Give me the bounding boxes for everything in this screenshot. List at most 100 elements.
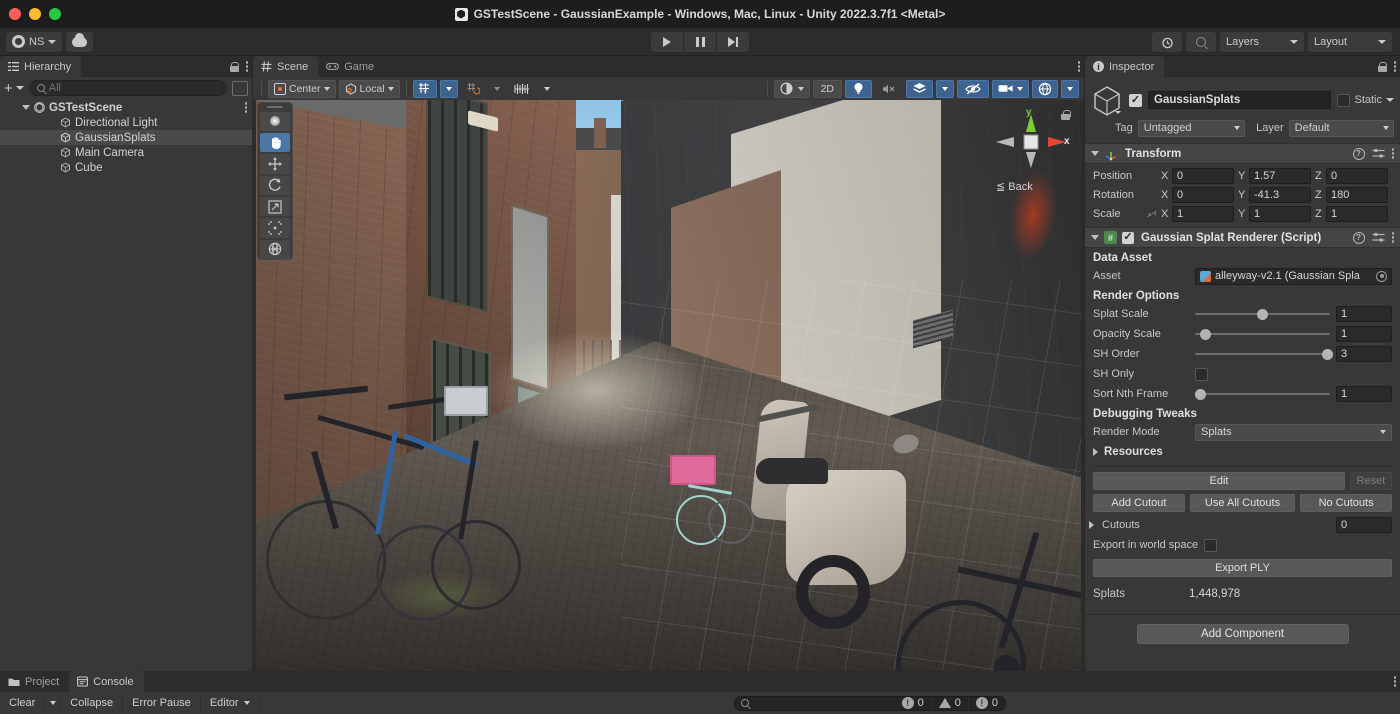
scale-tool-button[interactable]: [260, 197, 290, 216]
hierarchy-search-input[interactable]: All: [29, 80, 227, 96]
scene-camera-button[interactable]: [992, 80, 1029, 98]
hierarchy-row-scene[interactable]: GSTestScene: [0, 100, 252, 115]
clear-button[interactable]: Clear: [0, 694, 45, 712]
pivot-mode-button[interactable]: Center: [268, 80, 336, 98]
hand-tool-button[interactable]: [260, 133, 290, 152]
search-button[interactable]: [1186, 32, 1216, 52]
view-tool-button[interactable]: [260, 112, 290, 131]
add-component-button[interactable]: Add Component: [1137, 624, 1349, 644]
cutouts-count-field[interactable]: 0: [1336, 517, 1392, 533]
tab-inspector[interactable]: i Inspector: [1085, 56, 1164, 77]
pause-button[interactable]: [684, 32, 716, 52]
splat-scale-field[interactable]: 1: [1336, 306, 1392, 322]
scene-view-gizmo[interactable]: y x ≦ Back: [988, 106, 1074, 210]
error-pause-button[interactable]: Error Pause: [123, 694, 201, 712]
error-counter[interactable]: ! 0: [969, 694, 1005, 712]
opacity-scale-field[interactable]: 1: [1336, 326, 1392, 342]
rotate-tool-button[interactable]: [260, 176, 290, 195]
shading-mode-button[interactable]: [774, 80, 810, 98]
grid-visibility-dropdown[interactable]: [538, 80, 556, 98]
hierarchy-row-directional-light[interactable]: Directional Light: [0, 115, 252, 130]
slider-handle[interactable]: [1257, 309, 1268, 320]
splat-scale-slider[interactable]: [1195, 306, 1330, 323]
constrain-proportions-off-icon[interactable]: [1147, 208, 1157, 220]
tab-hierarchy[interactable]: Hierarchy: [0, 56, 81, 77]
account-button[interactable]: NS: [6, 32, 62, 52]
scene-viewport[interactable]: y x ≦ Back: [253, 100, 1084, 671]
tab-console[interactable]: Console: [69, 671, 143, 692]
chevron-down-icon[interactable]: [1091, 235, 1099, 240]
slider-handle[interactable]: [1195, 389, 1206, 400]
step-button[interactable]: [717, 32, 749, 52]
sh-order-field[interactable]: 3: [1336, 346, 1392, 362]
position-z-field[interactable]: 0: [1326, 168, 1388, 184]
chevron-down-icon[interactable]: [1091, 151, 1099, 156]
persp-lock-icon[interactable]: [1061, 110, 1070, 120]
scale-y-field[interactable]: 1: [1249, 206, 1311, 222]
no-cutouts-button[interactable]: No Cutouts: [1300, 494, 1392, 512]
slider-handle[interactable]: [1200, 329, 1211, 340]
object-picker-icon[interactable]: [1376, 271, 1387, 282]
scene-menu-icon[interactable]: [1078, 61, 1081, 72]
rotation-x-field[interactable]: 0: [1172, 187, 1234, 203]
rotation-y-field[interactable]: -41.3: [1249, 187, 1311, 203]
chevron-down-icon[interactable]: [1386, 98, 1394, 102]
grid-visibility-button[interactable]: [509, 80, 535, 98]
help-icon[interactable]: ?: [1353, 148, 1365, 160]
use-all-cutouts-button[interactable]: Use All Cutouts: [1190, 494, 1295, 512]
scene-fx-button[interactable]: [906, 80, 933, 98]
undo-history-button[interactable]: [1152, 32, 1182, 52]
snap-increment-dropdown[interactable]: [488, 80, 506, 98]
rect-tool-button[interactable]: [260, 218, 290, 237]
clear-dropdown[interactable]: [45, 694, 61, 712]
warning-counter[interactable]: 0: [932, 694, 969, 712]
layout-dropdown[interactable]: Layout: [1308, 32, 1392, 52]
render-mode-dropdown[interactable]: Splats: [1195, 424, 1392, 441]
object-enabled-checkbox[interactable]: ✓: [1129, 94, 1142, 107]
sort-nth-frame-field[interactable]: 1: [1336, 386, 1392, 402]
tag-dropdown[interactable]: Untagged: [1138, 120, 1245, 137]
lock-icon[interactable]: [230, 62, 239, 72]
log-counter[interactable]: ! 0: [895, 694, 932, 712]
scene-menu-icon[interactable]: [245, 102, 248, 113]
opacity-scale-slider[interactable]: [1195, 326, 1330, 343]
gaussian-splat-renderer-header[interactable]: # ✓ Gaussian Splat Renderer (Script) ?: [1085, 227, 1400, 248]
hierarchy-row-gaussiansplats[interactable]: GaussianSplats: [0, 130, 252, 145]
scene-audio-button[interactable]: [875, 80, 903, 98]
cloud-button[interactable]: [66, 32, 93, 52]
console-menu-icon[interactable]: [1394, 676, 1397, 687]
export-world-space-checkbox[interactable]: [1204, 539, 1217, 552]
scene-fx-dropdown[interactable]: [936, 80, 954, 98]
edit-button[interactable]: Edit: [1093, 472, 1345, 490]
chevron-right-icon[interactable]: [1089, 521, 1094, 529]
tab-scene[interactable]: Scene: [253, 56, 318, 77]
asset-object-field[interactable]: alleyway-v2.1 (Gaussian Spla: [1195, 268, 1392, 285]
sort-nth-frame-slider[interactable]: [1195, 386, 1330, 403]
grid-snap-dropdown[interactable]: [440, 80, 458, 98]
grid-snap-button[interactable]: Y: [413, 80, 437, 98]
object-name-field[interactable]: GaussianSplats: [1148, 91, 1331, 109]
drag-handle[interactable]: [267, 106, 283, 108]
move-tool-button[interactable]: [260, 154, 290, 173]
scene-lighting-button[interactable]: [845, 80, 872, 98]
chevron-right-icon[interactable]: [1093, 448, 1098, 456]
hierarchy-expand-icon[interactable]: [232, 81, 248, 96]
export-ply-button[interactable]: Export PLY: [1093, 559, 1392, 577]
help-icon[interactable]: ?: [1353, 232, 1365, 244]
lock-icon[interactable]: [1378, 62, 1387, 72]
position-x-field[interactable]: 0: [1172, 168, 1234, 184]
chevron-down-icon[interactable]: [22, 105, 30, 110]
scale-z-field[interactable]: 1: [1326, 206, 1388, 222]
position-y-field[interactable]: 1.57: [1249, 168, 1311, 184]
static-checkbox[interactable]: [1337, 94, 1350, 107]
renderer-enabled-checkbox[interactable]: ✓: [1122, 232, 1134, 244]
snap-increment-button[interactable]: [461, 80, 485, 98]
hidden-objects-button[interactable]: [957, 80, 989, 98]
gizmo-view-label[interactable]: ≦ Back: [996, 180, 1033, 193]
slider-handle[interactable]: [1322, 349, 1333, 360]
sh-order-slider[interactable]: [1195, 346, 1330, 363]
gizmos-button[interactable]: [1032, 80, 1058, 98]
scale-x-field[interactable]: 1: [1172, 206, 1234, 222]
layers-dropdown[interactable]: Layers: [1220, 32, 1304, 52]
sh-only-checkbox[interactable]: [1195, 368, 1208, 381]
